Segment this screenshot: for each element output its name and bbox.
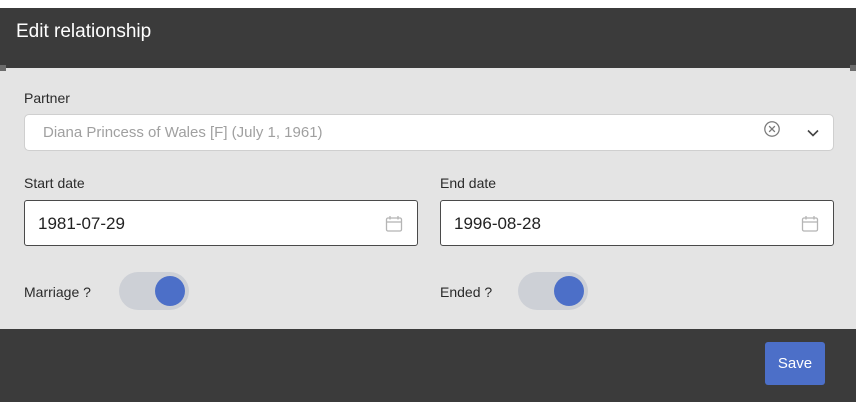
corner-handle-right: [850, 65, 856, 71]
calendar-icon[interactable]: [385, 215, 403, 233]
start-date-label: Start date: [24, 175, 85, 191]
ended-label: Ended ?: [440, 284, 493, 300]
toggle-knob: [155, 276, 185, 306]
dialog-title: Edit relationship: [16, 21, 152, 42]
clear-circle-icon[interactable]: [763, 120, 781, 138]
start-date-input[interactable]: 1981-07-29: [24, 200, 418, 246]
start-date-value: 1981-07-29: [38, 214, 125, 233]
save-button[interactable]: Save: [765, 342, 825, 385]
top-strip: [0, 0, 856, 8]
toggle-knob: [554, 276, 584, 306]
end-date-label: End date: [440, 175, 497, 191]
partner-select[interactable]: Diana Princess of Wales [F] (July 1, 196…: [24, 114, 834, 151]
dialog-footer: Save: [0, 329, 856, 402]
partner-label: Partner: [24, 90, 70, 106]
marriage-toggle[interactable]: [119, 272, 189, 310]
corner-handle-left: [0, 65, 6, 71]
end-date-input[interactable]: 1996-08-28: [440, 200, 834, 246]
partner-value: Diana Princess of Wales [F] (July 1, 196…: [43, 124, 323, 141]
dialog-body: Partner Diana Princess of Wales [F] (Jul…: [0, 65, 856, 329]
chevron-down-icon[interactable]: [806, 126, 820, 140]
dialog-header: Edit relationship: [0, 8, 856, 68]
ended-toggle[interactable]: [518, 272, 588, 310]
calendar-icon[interactable]: [801, 215, 819, 233]
marriage-label: Marriage ?: [24, 284, 91, 300]
end-date-value: 1996-08-28: [454, 214, 541, 233]
